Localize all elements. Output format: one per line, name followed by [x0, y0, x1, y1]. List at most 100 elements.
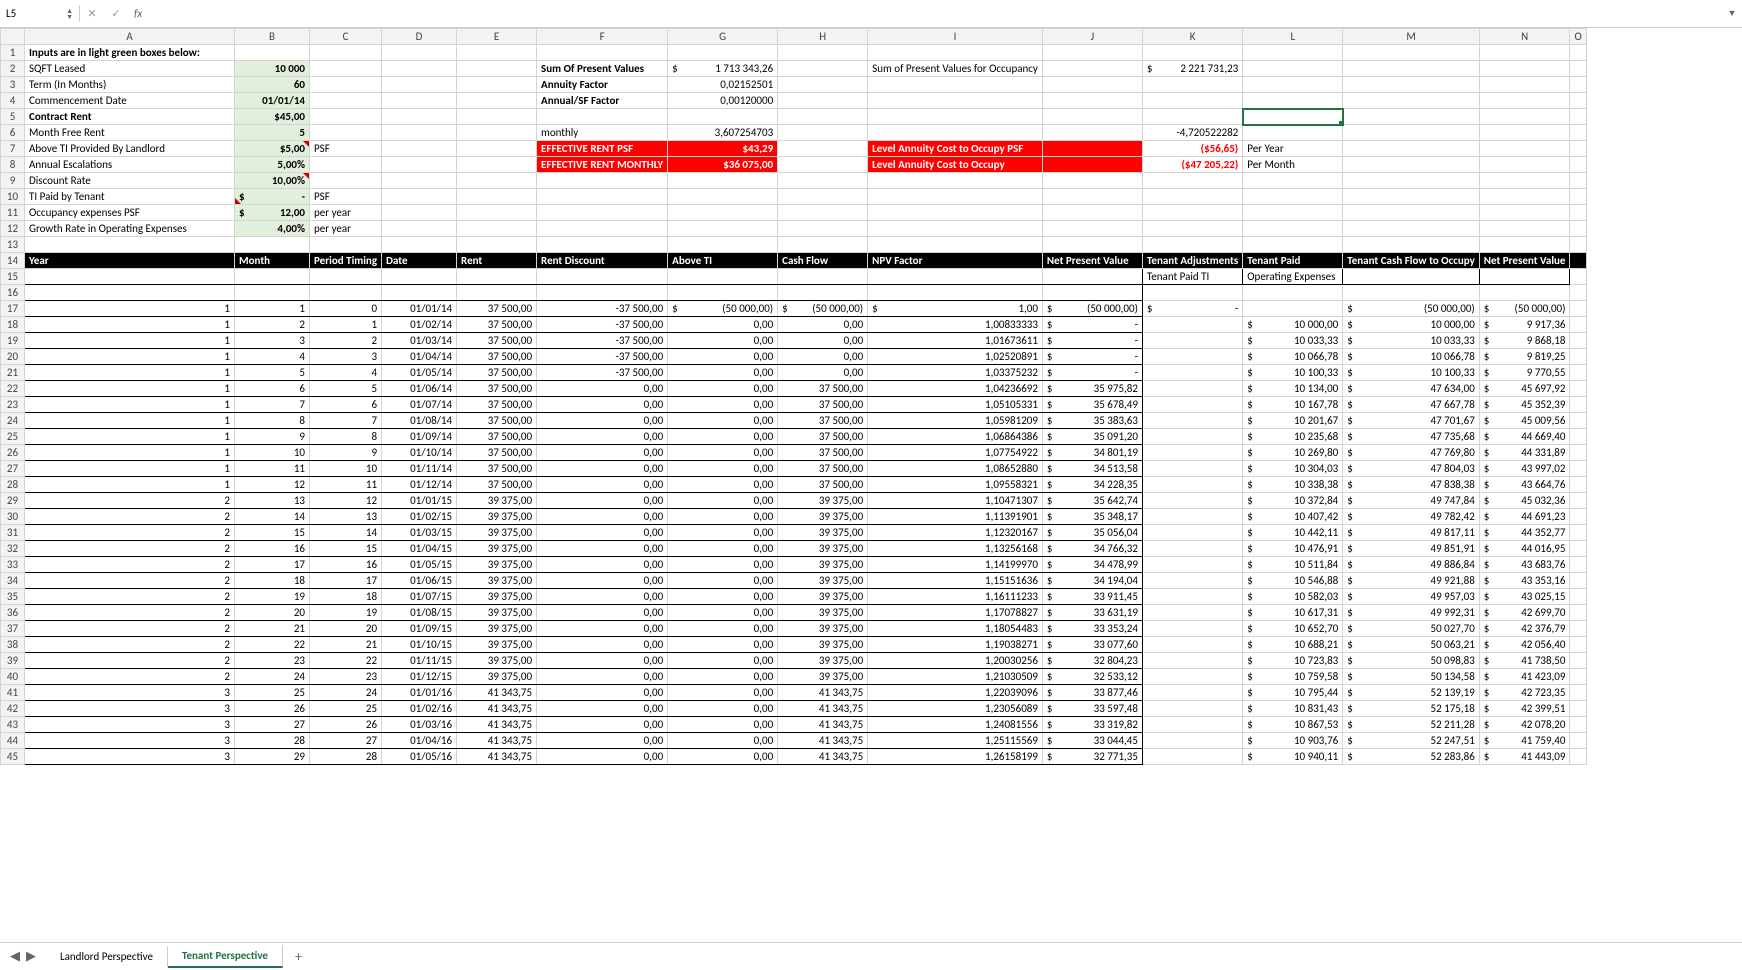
cell[interactable]: 41 343,75 [457, 701, 537, 717]
cell[interactable] [1570, 45, 1586, 61]
cell[interactable]: $43 997,02 [1479, 461, 1570, 477]
cell[interactable] [1042, 285, 1142, 301]
cell[interactable]: $43 353,16 [1479, 573, 1570, 589]
cell[interactable]: $35 642,74 [1042, 493, 1142, 509]
cell[interactable]: 3 [25, 717, 235, 733]
cell[interactable]: 1,23056089 [868, 701, 1043, 717]
cell[interactable] [1343, 125, 1480, 141]
cell[interactable]: 39 375,00 [778, 621, 868, 637]
cell[interactable]: 1 [25, 301, 235, 317]
cell[interactable]: $35 348,17 [1042, 509, 1142, 525]
cell[interactable]: -37 500,00 [537, 365, 668, 381]
cell[interactable]: $41 738,50 [1479, 653, 1570, 669]
col-header[interactable]: D [382, 29, 457, 45]
cell[interactable] [1142, 429, 1242, 445]
tab-tenant[interactable]: Tenant Perspective [168, 945, 283, 968]
cell[interactable]: 37 500,00 [457, 397, 537, 413]
cell[interactable] [1570, 669, 1586, 685]
cell[interactable] [1142, 397, 1242, 413]
cell[interactable] [1042, 125, 1142, 141]
cell[interactable]: Month [235, 253, 310, 269]
cell[interactable]: 10,00% [235, 173, 310, 189]
cell[interactable] [778, 221, 868, 237]
cell[interactable]: $10 100,33 [1243, 365, 1343, 381]
cell[interactable]: $10 688,21 [1243, 637, 1343, 653]
cell[interactable]: $43 683,76 [1479, 557, 1570, 573]
cell[interactable] [1142, 509, 1242, 525]
cell[interactable]: 26 [235, 701, 310, 717]
cell[interactable]: 23 [235, 653, 310, 669]
col-header[interactable]: I [868, 29, 1043, 45]
row-header[interactable]: 11 [1, 205, 25, 221]
cell[interactable] [1042, 173, 1142, 189]
cell[interactable] [537, 173, 668, 189]
cell[interactable] [457, 125, 537, 141]
cell[interactable] [1042, 205, 1142, 221]
cell[interactable] [1343, 141, 1480, 157]
cell[interactable]: Annual/SF Factor [537, 93, 668, 109]
cell[interactable] [778, 285, 868, 301]
cell[interactable]: 0,00 [778, 349, 868, 365]
cell[interactable] [235, 269, 310, 285]
cell[interactable]: $10 304,03 [1243, 461, 1343, 477]
cell[interactable]: 2 [25, 573, 235, 589]
cell[interactable]: 0 [310, 301, 382, 317]
cell[interactable] [778, 173, 868, 189]
cell[interactable] [668, 269, 778, 285]
cell[interactable]: 2 [25, 557, 235, 573]
cell[interactable]: 37 500,00 [778, 413, 868, 429]
cell[interactable]: 5 [235, 125, 310, 141]
row-header[interactable]: 22 [1, 381, 25, 397]
cell[interactable] [1570, 77, 1586, 93]
cell[interactable] [778, 61, 868, 77]
cell[interactable] [1243, 237, 1343, 253]
cell[interactable] [1570, 445, 1586, 461]
cell[interactable]: 5 [310, 381, 382, 397]
cell[interactable]: Month Free Rent [25, 125, 235, 141]
cell[interactable]: $34 478,99 [1042, 557, 1142, 573]
cell[interactable] [1570, 749, 1586, 765]
row-header[interactable]: 45 [1, 749, 25, 765]
row-header[interactable]: 42 [1, 701, 25, 717]
cell[interactable]: 39 375,00 [778, 541, 868, 557]
cell[interactable]: $(50 000,00) [1343, 301, 1480, 317]
cell[interactable] [778, 157, 868, 173]
row-header[interactable]: 18 [1, 317, 25, 333]
cell[interactable] [1479, 269, 1570, 285]
cell[interactable]: 39 375,00 [778, 637, 868, 653]
cell[interactable]: 41 343,75 [778, 749, 868, 765]
cell[interactable]: 0,00 [537, 509, 668, 525]
cell[interactable] [1142, 701, 1242, 717]
cell[interactable]: ($47 205,22) [1142, 157, 1242, 173]
cell[interactable]: $1 713 343,26 [668, 61, 778, 77]
cell[interactable] [1142, 685, 1242, 701]
cell[interactable]: 0,00 [537, 653, 668, 669]
cell[interactable]: $10 372,84 [1243, 493, 1343, 509]
cell[interactable] [1479, 205, 1570, 221]
cell[interactable] [1042, 269, 1142, 285]
cell[interactable] [668, 285, 778, 301]
cell[interactable]: $- [1042, 333, 1142, 349]
cell[interactable] [1042, 237, 1142, 253]
cell[interactable]: $42 056,40 [1479, 637, 1570, 653]
cell[interactable] [1142, 461, 1242, 477]
cell[interactable]: 1 [25, 445, 235, 461]
cell[interactable]: $10 033,33 [1343, 333, 1480, 349]
cell[interactable]: 39 375,00 [457, 573, 537, 589]
cell[interactable]: 6 [310, 397, 382, 413]
row-header[interactable]: 38 [1, 637, 25, 653]
cell[interactable]: Term (In Months) [25, 77, 235, 93]
cell[interactable]: $- [1042, 317, 1142, 333]
cell[interactable]: 0,00 [537, 749, 668, 765]
cell[interactable] [868, 77, 1043, 93]
cell[interactable]: $43,29 [668, 141, 778, 157]
cell[interactable]: $42 078,20 [1479, 717, 1570, 733]
cell[interactable]: $47 838,38 [1343, 477, 1480, 493]
cell[interactable] [1243, 93, 1343, 109]
cell[interactable]: 1,04236692 [868, 381, 1043, 397]
row-header[interactable]: 2 [1, 61, 25, 77]
cell[interactable]: 0,00 [668, 733, 778, 749]
cell[interactable] [1570, 141, 1586, 157]
cell[interactable] [310, 77, 382, 93]
cell[interactable] [382, 205, 457, 221]
